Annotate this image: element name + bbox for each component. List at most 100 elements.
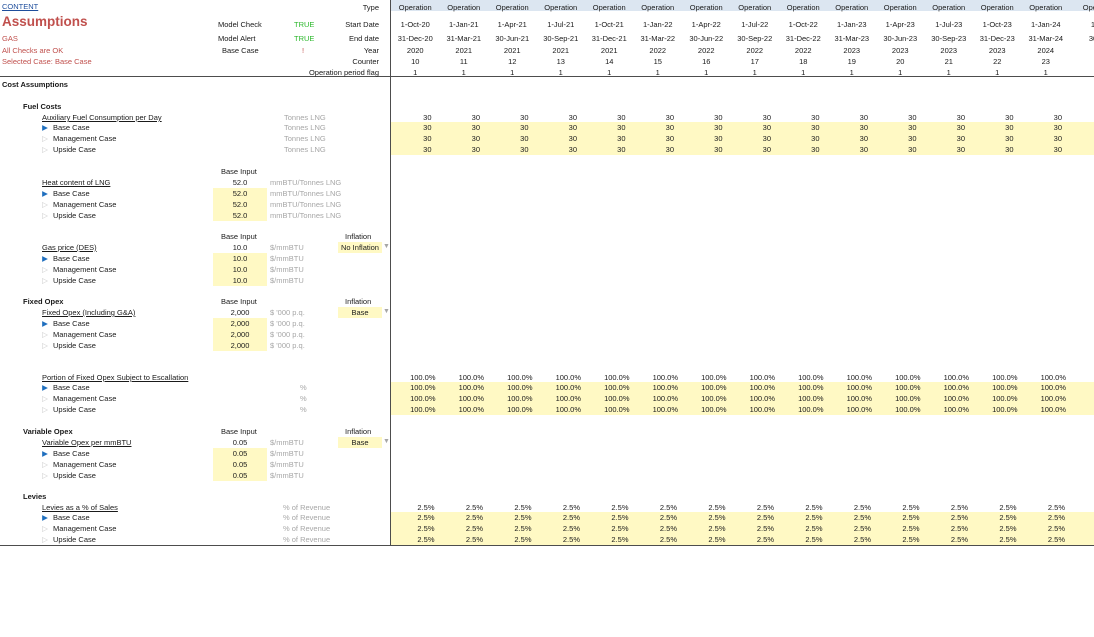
portion-upside-label[interactable]: Upside Case <box>53 404 96 415</box>
variable_opex-management-label[interactable]: Management Case <box>53 459 116 470</box>
portion-cell[interactable]: 100.0% <box>775 404 823 415</box>
levies-cell[interactable]: 2.5% <box>726 523 774 534</box>
aux-fuel-cell[interactable]: 30 <box>868 133 916 144</box>
portion-cell[interactable]: 100.0% <box>533 393 581 404</box>
levies-cell[interactable]: 2.5% <box>968 523 1016 534</box>
portion-cell[interactable]: 100.0% <box>436 404 484 415</box>
levies-cell[interactable]: 2.5% <box>629 512 677 523</box>
aux-fuel-management-label[interactable]: Management Case <box>53 133 116 144</box>
aux-fuel-cell[interactable]: 30 <box>383 122 431 133</box>
portion-cell[interactable]: 100.0% <box>581 393 629 404</box>
levies-cell[interactable]: 2.5% <box>435 512 483 523</box>
variable_opex-base-input[interactable]: 0.05 <box>213 448 267 459</box>
aux-fuel-cell[interactable]: 30 <box>723 122 771 133</box>
aux-fuel-cell[interactable]: 30 <box>529 122 577 133</box>
aux-fuel-cell[interactable]: 30 <box>868 122 916 133</box>
levies-cell[interactable]: 2.5% <box>968 534 1016 545</box>
aux-fuel-cell[interactable]: 30 <box>723 144 771 155</box>
heat_content-management-triangle-icon[interactable]: ▷ <box>41 199 49 210</box>
fixed_opex-management-triangle-icon[interactable]: ▷ <box>41 329 49 340</box>
levies-cell[interactable]: 2.5% <box>386 534 434 545</box>
levies-cell[interactable]: 2.5% <box>823 512 871 523</box>
portion-cell[interactable]: 100.0% <box>630 393 678 404</box>
levies-cell[interactable]: 2.5% <box>435 534 483 545</box>
aux-fuel-cell[interactable]: 30 <box>868 144 916 155</box>
levies-cell[interactable]: 2.5% <box>483 523 531 534</box>
levies-cell[interactable]: 2.5% <box>483 534 531 545</box>
variable_opex-base-label[interactable]: Base Case <box>53 448 90 459</box>
aux-fuel-cell[interactable]: 30 <box>917 122 965 133</box>
portion-cell[interactable]: 100.0% <box>824 393 872 404</box>
portion-cell[interactable]: 100.0% <box>775 382 823 393</box>
levies-cell[interactable]: 2.5% <box>920 523 968 534</box>
fixed_opex-upside-label[interactable]: Upside Case <box>53 340 96 351</box>
fixed_opex-inflation-select[interactable]: Base <box>338 307 382 318</box>
portion-cell[interactable]: 100.0% <box>436 382 484 393</box>
portion-cell[interactable]: 100.0% <box>1018 382 1066 393</box>
aux-fuel-cell[interactable]: 30 <box>674 144 722 155</box>
levies-cell[interactable]: 2.5% <box>677 534 725 545</box>
variable_opex-upside-triangle-icon[interactable]: ▷ <box>41 470 49 481</box>
portion-cell[interactable]: 1 <box>1066 404 1094 415</box>
levies-cell[interactable]: 2.5% <box>726 534 774 545</box>
gas_price-base-triangle-icon[interactable]: ▶ <box>41 253 49 264</box>
aux-fuel-cell[interactable]: 30 <box>432 144 480 155</box>
variable_opex-base-triangle-icon[interactable]: ▶ <box>41 448 49 459</box>
aux-fuel-cell[interactable]: 30 <box>480 122 528 133</box>
variable_opex-inflation-select[interactable]: Base <box>338 437 382 448</box>
portion-cell[interactable]: 100.0% <box>484 382 532 393</box>
fixed_opex-chevron-down-icon[interactable]: ▼ <box>383 308 390 315</box>
aux-fuel-cell[interactable]: 30 <box>917 144 965 155</box>
aux-fuel-management-triangle-icon[interactable]: ▷ <box>41 133 49 144</box>
portion-cell[interactable]: 100.0% <box>678 382 726 393</box>
portion-cell[interactable]: 100.0% <box>969 382 1017 393</box>
gas_price-upside-input[interactable]: 10.0 <box>213 275 267 286</box>
aux-fuel-cell[interactable]: 30 <box>820 133 868 144</box>
portion-cell[interactable]: 1 <box>1066 393 1094 404</box>
aux-fuel-cell[interactable]: 30 <box>480 144 528 155</box>
gas_price-upside-triangle-icon[interactable]: ▷ <box>41 275 49 286</box>
portion-cell[interactable]: 100.0% <box>1018 404 1066 415</box>
aux-fuel-cell[interactable]: 30 <box>1014 144 1062 155</box>
gas_price-inflation-select[interactable]: No Inflation <box>338 242 382 253</box>
portion-cell[interactable]: 100.0% <box>387 393 435 404</box>
aux-fuel-cell[interactable]: 30 <box>626 122 674 133</box>
levies-cell[interactable]: 2.5% <box>532 523 580 534</box>
content-link[interactable]: CONTENT <box>2 1 38 12</box>
aux-fuel-base-label[interactable]: Base Case <box>53 122 90 133</box>
fixed_opex-management-input[interactable]: 2,000 <box>213 329 267 340</box>
portion-cell[interactable]: 1 <box>1066 382 1094 393</box>
levies-cell[interactable]: 2.5% <box>871 512 919 523</box>
levies-cell[interactable]: 2.5% <box>532 512 580 523</box>
fixed_opex-base-triangle-icon[interactable]: ▶ <box>41 318 49 329</box>
aux-fuel-cell[interactable]: 30 <box>577 133 625 144</box>
portion-cell[interactable]: 100.0% <box>727 404 775 415</box>
portion-cell[interactable]: 100.0% <box>387 382 435 393</box>
levies-cell[interactable]: 2.5% <box>774 523 822 534</box>
portion-cell[interactable]: 100.0% <box>1018 393 1066 404</box>
heat_content-management-input[interactable]: 52.0 <box>213 199 267 210</box>
aux-fuel-cell[interactable]: 30 <box>529 144 577 155</box>
levies-cell[interactable]: 2.5% <box>823 534 871 545</box>
portion-cell[interactable]: 100.0% <box>872 382 920 393</box>
portion-cell[interactable]: 100.0% <box>969 393 1017 404</box>
fixed_opex-base-input[interactable]: 2,000 <box>213 318 267 329</box>
levies-upside-triangle-icon[interactable]: ▷ <box>41 534 49 545</box>
heat_content-base-triangle-icon[interactable]: ▶ <box>41 188 49 199</box>
portion-cell[interactable]: 100.0% <box>533 382 581 393</box>
aux-fuel-cell[interactable]: 30 <box>626 133 674 144</box>
levies-cell[interactable]: 2.5% <box>629 534 677 545</box>
levies-cell[interactable]: 2.5% <box>774 534 822 545</box>
aux-fuel-cell[interactable]: 30 <box>674 133 722 144</box>
heat_content-management-label[interactable]: Management Case <box>53 199 116 210</box>
portion-cell[interactable]: 100.0% <box>533 404 581 415</box>
variable_opex-management-triangle-icon[interactable]: ▷ <box>41 459 49 470</box>
levies-cell[interactable]: 2.5% <box>871 534 919 545</box>
levies-cell[interactable]: 2.5% <box>1017 523 1065 534</box>
portion-cell[interactable]: 100.0% <box>969 404 1017 415</box>
aux-fuel-cell[interactable]: 30 <box>577 122 625 133</box>
portion-upside-triangle-icon[interactable]: ▷ <box>41 404 49 415</box>
portion-cell[interactable]: 100.0% <box>727 393 775 404</box>
aux-fuel-cell[interactable]: 30 <box>723 133 771 144</box>
variable_opex-upside-label[interactable]: Upside Case <box>53 470 96 481</box>
